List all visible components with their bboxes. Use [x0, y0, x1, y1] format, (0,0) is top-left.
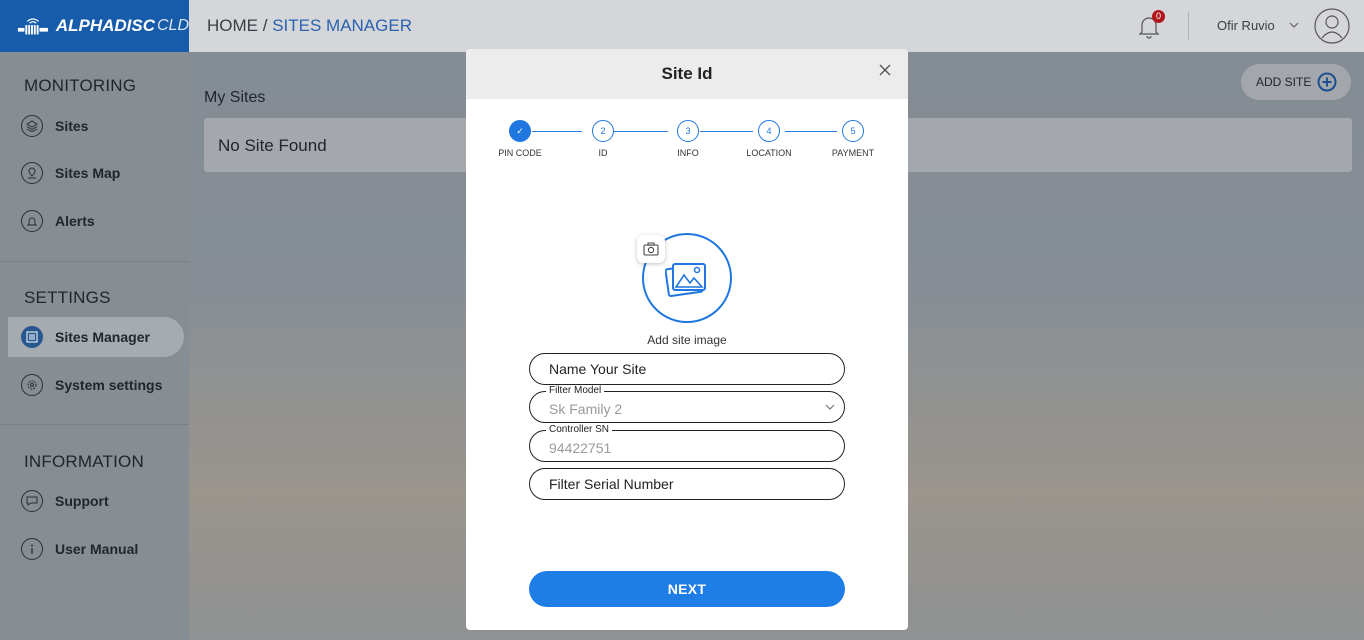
disc-filter-icon — [17, 18, 48, 35]
step-label: ID — [598, 148, 608, 158]
filter-model-label: Filter Model — [546, 385, 605, 397]
sidebar-item-user-manual[interactable]: User Manual — [8, 529, 184, 569]
camera-icon[interactable] — [637, 235, 665, 263]
sidebar-section-settings: SETTINGS — [24, 288, 111, 307]
user-name[interactable]: Ofir Ruvio — [1217, 18, 1275, 33]
info-icon — [21, 538, 43, 560]
empty-state-text: No Site Found — [218, 136, 327, 155]
step-pin-code[interactable]: ✓ PIN CODE — [490, 120, 550, 158]
step-label: PIN CODE — [498, 148, 542, 158]
step-number: 5 — [842, 120, 864, 142]
controller-sn-value: 94422751 — [549, 440, 612, 456]
add-site-button[interactable]: ADD SITE — [1241, 64, 1351, 100]
step-label: PAYMENT — [831, 148, 875, 158]
filter-model-select[interactable]: Filter Model Sk Family 2 — [529, 385, 845, 423]
user-avatar-icon[interactable] — [1314, 8, 1350, 44]
sidebar-item-label: Sites Manager — [55, 329, 150, 345]
site-id-dialog: Site Id ✓ PIN CODE 2 ID 3 INFO 4 LOCATIO… — [466, 49, 908, 630]
header-divider — [1188, 12, 1189, 40]
sidebar-item-system-settings[interactable]: System settings — [8, 365, 184, 405]
brand-name: ALPHADISC — [55, 16, 155, 35]
wizard-stepper: ✓ PIN CODE 2 ID 3 INFO 4 LOCATION 5 PAYM… — [466, 120, 908, 170]
sidebar-item-label: Sites — [55, 118, 89, 134]
gear-icon — [21, 374, 43, 396]
controller-sn-field[interactable]: Controller SN 94422751 — [529, 424, 845, 462]
add-site-image-caption: Add site image — [647, 333, 727, 347]
breadcrumb-current: SITES MANAGER — [272, 16, 412, 35]
plus-circle-icon — [1317, 72, 1337, 92]
my-sites-heading: My Sites — [204, 89, 266, 106]
brand-logo[interactable]: ALPHADISC CLD — [0, 0, 189, 52]
sidebar-item-label: User Manual — [55, 541, 139, 557]
map-pin-icon — [21, 162, 43, 184]
brand-suffix: CLD — [156, 17, 189, 34]
sidebar-item-label: Sites Map — [55, 165, 121, 181]
image-gallery-icon — [665, 263, 706, 297]
chat-icon — [21, 490, 43, 512]
filter-model-value: Sk Family 2 — [549, 401, 623, 417]
bell-icon — [21, 210, 43, 232]
filter-serial-field[interactable] — [529, 468, 845, 500]
chevron-down-icon[interactable] — [1287, 19, 1301, 31]
top-bar: ALPHADISC CLD HOME / SITES MANAGER 0 Ofi… — [0, 0, 1364, 52]
dialog-title: Site Id — [661, 64, 713, 83]
sidebar-item-alerts[interactable]: Alerts — [8, 201, 184, 241]
breadcrumb: HOME / SITES MANAGER — [207, 16, 412, 36]
breadcrumb-home[interactable]: HOME / — [207, 16, 267, 35]
sidebar-item-support[interactable]: Support — [8, 481, 184, 521]
step-payment[interactable]: 5 PAYMENT — [823, 120, 883, 158]
sidebar-item-label: Support — [55, 493, 109, 509]
add-site-label: ADD SITE — [1256, 75, 1312, 89]
sidebar-item-label: System settings — [55, 377, 163, 393]
close-icon[interactable] — [876, 61, 894, 79]
dialog-header: Site Id — [466, 49, 908, 99]
step-location[interactable]: 4 LOCATION — [739, 120, 799, 158]
sidebar-section-information: INFORMATION — [24, 452, 144, 471]
controller-sn-label: Controller SN — [546, 424, 613, 436]
sidebar-divider — [0, 424, 189, 425]
step-label: INFO — [677, 148, 699, 158]
step-id[interactable]: 2 ID — [573, 120, 633, 158]
sidebar-divider — [0, 261, 189, 262]
site-name-field[interactable] — [529, 353, 845, 385]
next-button[interactable]: NEXT — [529, 571, 845, 607]
layers-icon — [21, 115, 43, 137]
step-number: 4 — [758, 120, 780, 142]
step-label: LOCATION — [746, 148, 792, 158]
notifications-badge: 0 — [1152, 10, 1165, 23]
sidebar-item-sites-map[interactable]: Sites Map — [8, 153, 184, 193]
filter-serial-input[interactable] — [530, 469, 844, 499]
sidebar-item-sites-manager[interactable]: Sites Manager — [8, 317, 184, 357]
step-number: 3 — [677, 120, 699, 142]
sidebar-section-monitoring: MONITORING — [24, 76, 137, 95]
site-name-input[interactable] — [530, 354, 844, 384]
step-info[interactable]: 3 INFO — [658, 120, 718, 158]
sidebar-item-label: Alerts — [55, 213, 95, 229]
sliders-icon — [21, 326, 43, 348]
step-number: 2 — [592, 120, 614, 142]
chevron-down-icon — [825, 404, 835, 410]
checkmark-icon: ✓ — [509, 120, 531, 142]
sidebar-item-sites[interactable]: Sites — [8, 106, 184, 146]
